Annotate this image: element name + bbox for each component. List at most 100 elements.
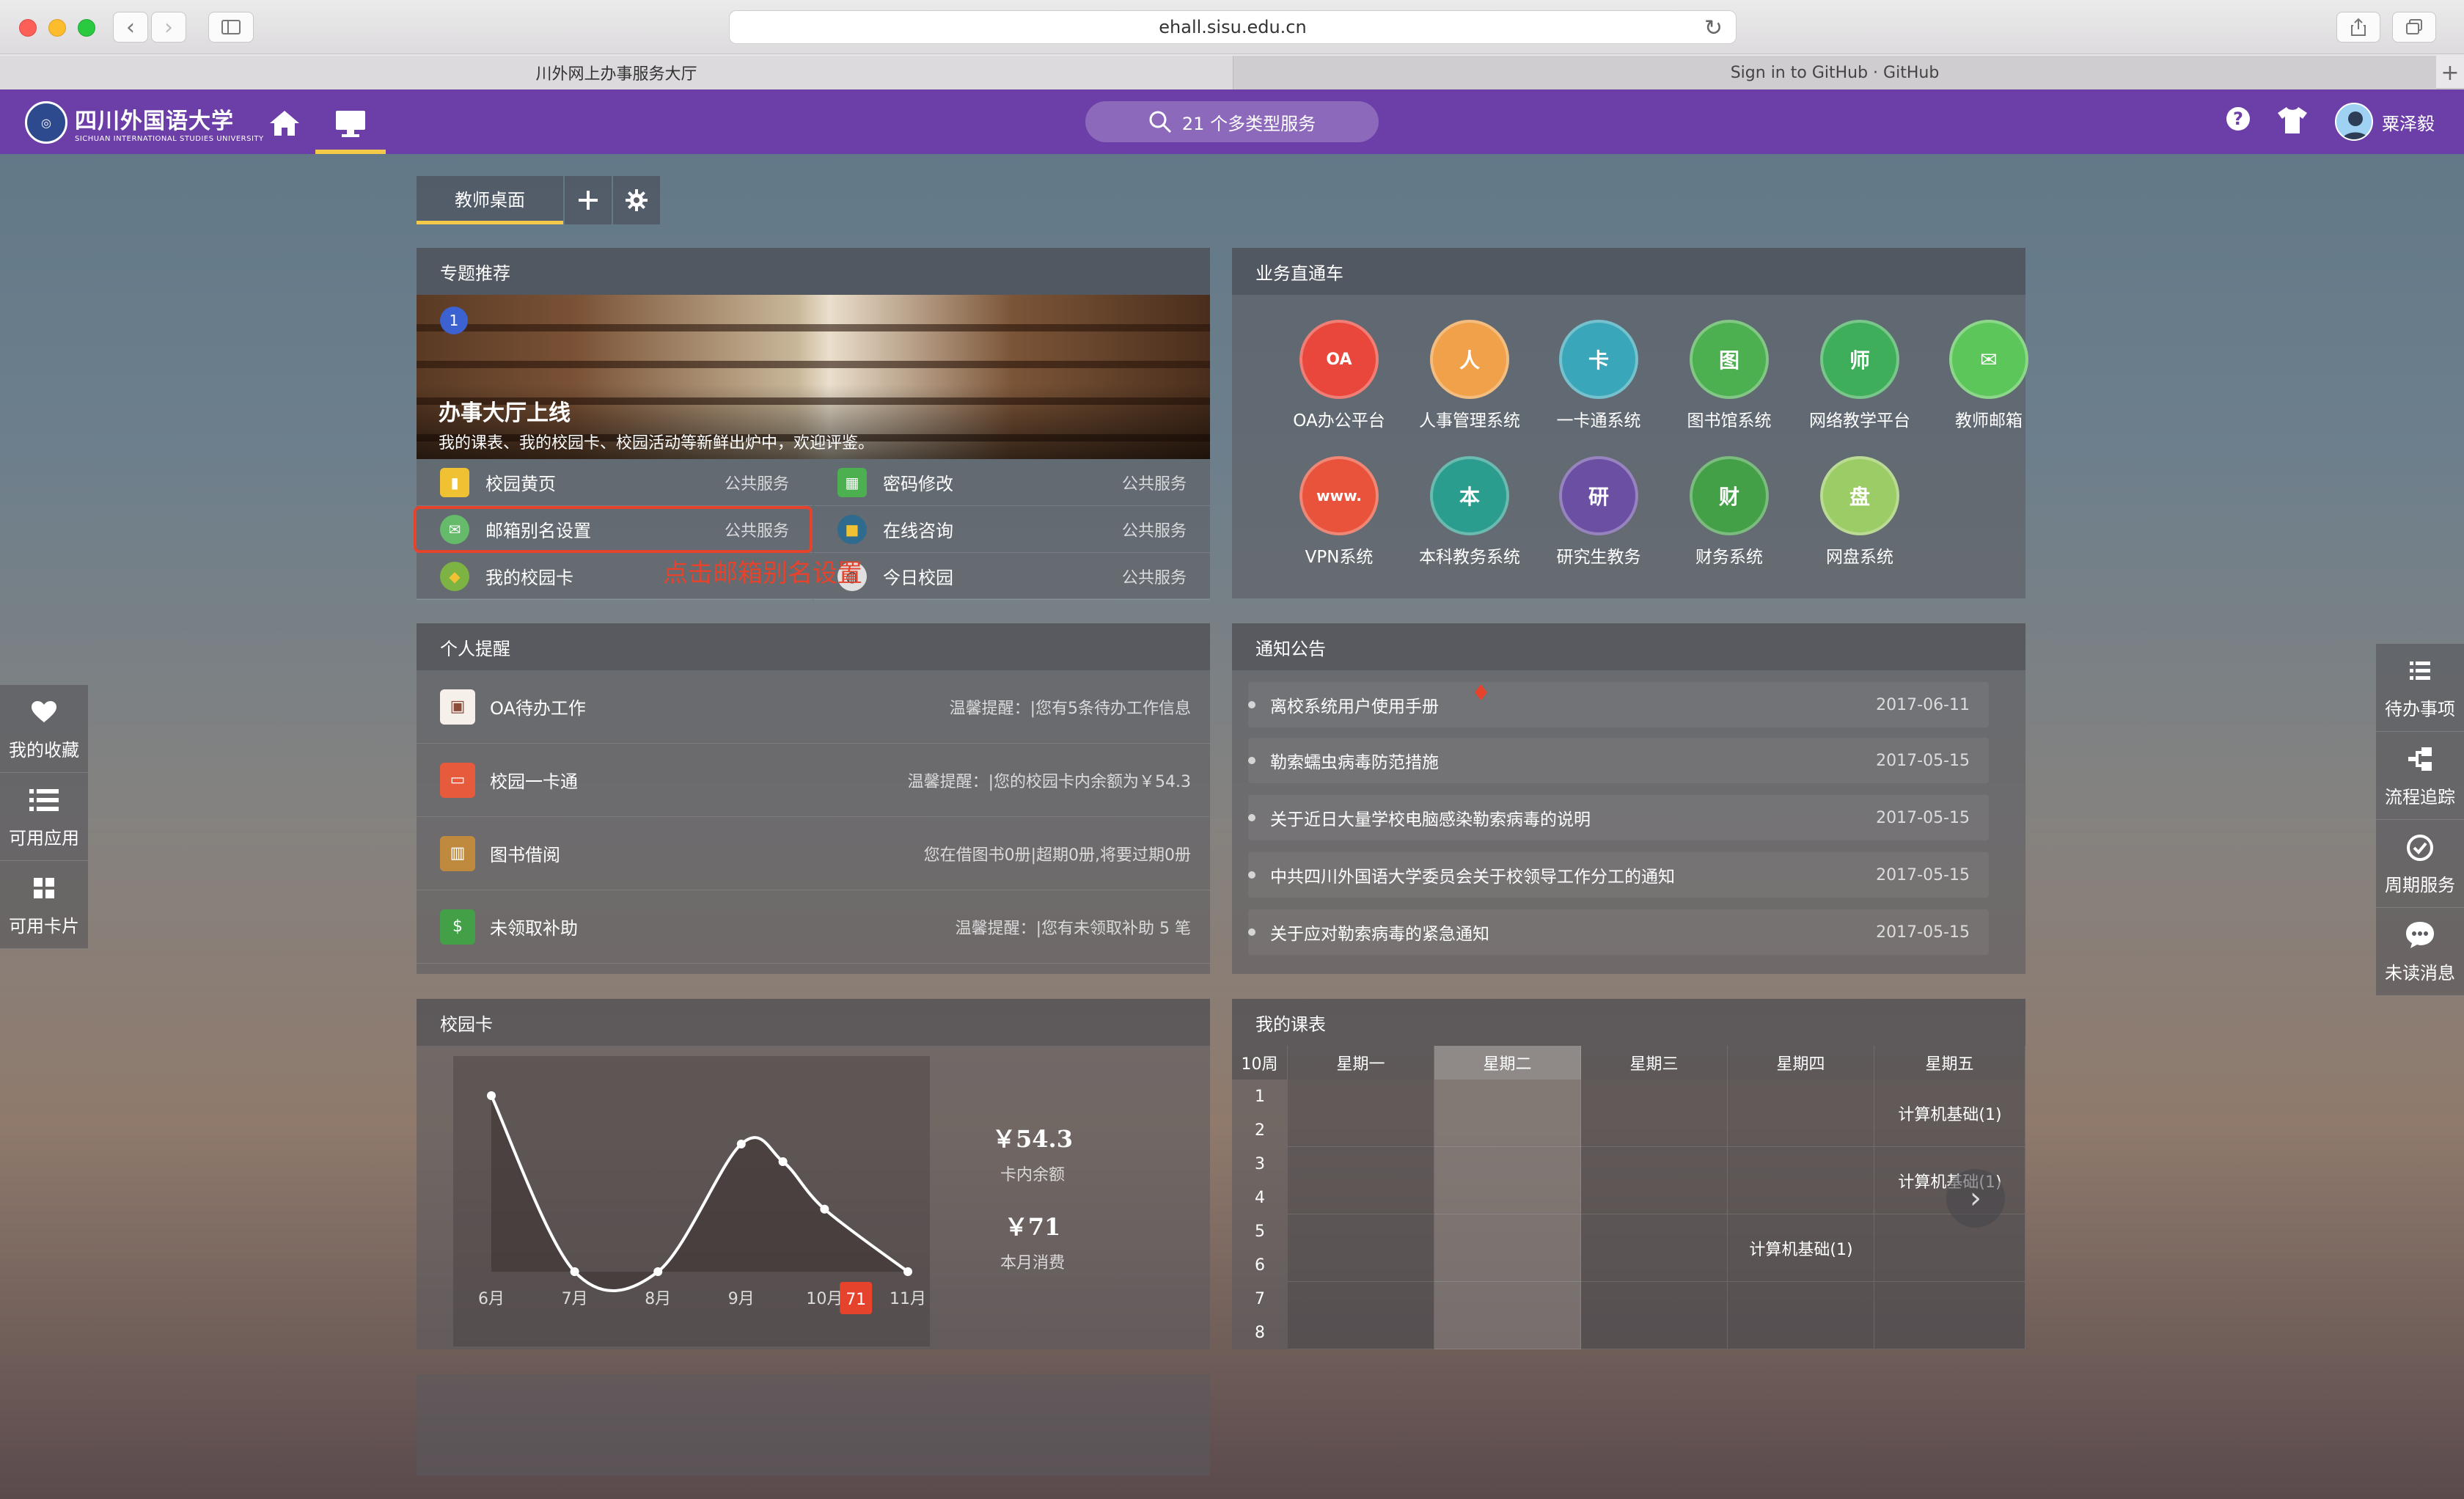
skin-button[interactable]: [2276, 106, 2309, 135]
timetable-cell[interactable]: [1581, 1282, 1728, 1349]
notice-item[interactable]: 勒索蠕虫病毒防范措施 2017-05-15: [1248, 738, 1989, 783]
sidebar-item-apps[interactable]: 可用应用: [0, 773, 88, 861]
timetable-cell[interactable]: [1288, 1282, 1434, 1349]
chevron-left-icon: ‹: [126, 14, 135, 40]
mail-alias-highlight: [414, 506, 813, 553]
timetable-cell[interactable]: [1288, 1080, 1434, 1147]
sidebar-item-cards[interactable]: 可用卡片: [0, 861, 88, 949]
app-finance[interactable]: 财 财务系统: [1665, 456, 1794, 568]
help-button[interactable]: ?: [2225, 106, 2251, 132]
timetable-cell[interactable]: [1581, 1214, 1728, 1282]
data-point: [778, 1157, 788, 1166]
app-cloud-disk[interactable]: 盘 网盘系统: [1795, 456, 1924, 568]
app-undergrad-affairs[interactable]: 本 本科教务系统: [1405, 456, 1534, 568]
share-button[interactable]: [2336, 12, 2380, 43]
reminder-subsidy[interactable]: $ 未领取补助 温馨提醒：|您有未领取补助 5 笔: [417, 890, 1210, 964]
monthly-label: 本月消费: [1000, 1254, 1065, 1272]
notice-item[interactable]: 关于近日大量学校电脑感染勒索病毒的说明 2017-05-15: [1248, 795, 1989, 840]
reload-icon[interactable]: ↻: [1704, 15, 1723, 41]
flow-icon: [2407, 743, 2433, 775]
cloud-disk-icon: 盘: [1820, 456, 1899, 535]
search-icon: [1149, 111, 1171, 133]
banner-index-badge[interactable]: 1: [440, 307, 468, 334]
timetable-cell[interactable]: [1728, 1147, 1874, 1214]
course-block[interactable]: 计算机基础(1): [1874, 1080, 2025, 1147]
campus-card-icon: ◆: [440, 561, 469, 591]
minimize-window-button[interactable]: [48, 19, 66, 37]
notice-item[interactable]: 中共四川外国语大学委员会关于校领导工作分工的通知 2017-05-15: [1248, 852, 1989, 898]
app-oa[interactable]: OA OA办公平台: [1275, 320, 1404, 431]
sidebar-item-favorites[interactable]: 我的收藏: [0, 685, 88, 773]
vpn-icon: www.: [1299, 456, 1379, 535]
app-vpn[interactable]: www. VPN系统: [1275, 456, 1404, 568]
timetable-cell[interactable]: [1434, 1282, 1581, 1349]
share-icon: [2351, 18, 2366, 36]
period-number: 8: [1255, 1323, 1265, 1342]
timetable-cell[interactable]: [1434, 1080, 1581, 1147]
app-teacher-mail[interactable]: ✉ 教师邮箱: [1924, 320, 2053, 431]
user-menu[interactable]: 粟泽毅: [2335, 103, 2435, 141]
home-nav-button[interactable]: [264, 103, 305, 144]
active-nav-indicator: [315, 150, 386, 154]
graduate-affairs-icon: 研: [1559, 456, 1638, 535]
zoom-window-button[interactable]: [78, 19, 95, 37]
timetable-cell[interactable]: [1874, 1214, 2025, 1282]
desktop-settings-button[interactable]: [613, 176, 660, 224]
x-tick-label: 6月: [478, 1290, 505, 1308]
tabs-overview-button[interactable]: [2392, 12, 2436, 43]
timetable-cell[interactable]: [1874, 1282, 2025, 1349]
bullet-icon: [1248, 814, 1255, 821]
timetable-cell[interactable]: [1288, 1214, 1434, 1282]
day-header-today: 星期二: [1434, 1046, 1581, 1080]
timetable-cell[interactable]: [1728, 1282, 1874, 1349]
reminders-panel: 个人提醒 ▣ OA待办工作 温馨提醒：|您有5条待办工作信息 ▭ 校园一卡通 温…: [417, 623, 1210, 974]
app-graduate-affairs[interactable]: 研 研究生教务: [1534, 456, 1663, 568]
timetable-cell[interactable]: [1581, 1080, 1728, 1147]
notice-item[interactable]: 离校系统用户使用手册 2017-06-11: [1248, 682, 1989, 727]
reminder-oa-todo[interactable]: ▣ OA待办工作 温馨提醒：|您有5条待办工作信息: [417, 670, 1210, 744]
service-password-change[interactable]: ▦ 密码修改 公共服务: [814, 459, 1210, 506]
desktop-nav-button[interactable]: [330, 103, 371, 144]
course-block[interactable]: 计算机基础(1): [1728, 1214, 1874, 1282]
sidebar-item-messages[interactable]: 未读消息: [2376, 908, 2464, 996]
service-online-consult[interactable]: ■ 在线咨询 公共服务: [814, 506, 1210, 553]
timetable-cell[interactable]: [1434, 1147, 1581, 1214]
app-header: ◎ 四川外国语大学 SICHUAN INTERNATIONAL STUDIES …: [0, 89, 2464, 154]
app-teaching-platform[interactable]: 师 网络教学平台: [1795, 320, 1924, 431]
app-card-system[interactable]: 卡 一卡通系统: [1534, 320, 1663, 431]
service-yellow-pages[interactable]: ▮ 校园黄页 公共服务: [417, 459, 813, 506]
browser-tab-github[interactable]: Sign in to GitHub · GitHub: [1233, 56, 2436, 89]
sidebar-item-cycle[interactable]: 周期服务: [2376, 820, 2464, 908]
notice-item[interactable]: 关于应对勒索病毒的紧急通知 2017-05-15: [1248, 909, 1989, 955]
timetable-cell[interactable]: [1288, 1147, 1434, 1214]
add-desktop-button[interactable]: [565, 176, 612, 224]
service-today-campus[interactable]: ◍ 今日校园 公共服务: [814, 553, 1210, 600]
logo-name-cn: 四川外国语大学: [75, 108, 234, 134]
timetable-cell[interactable]: [1581, 1147, 1728, 1214]
tab-teacher-desktop[interactable]: 教师桌面: [417, 176, 563, 224]
timetable-cell[interactable]: [1434, 1214, 1581, 1282]
sidebar-toggle-button[interactable]: [208, 12, 254, 43]
address-bar[interactable]: ehall.sisu.edu.cn ↻: [729, 10, 1737, 44]
university-logo[interactable]: ◎ 四川外国语大学 SICHUAN INTERNATIONAL STUDIES …: [25, 101, 264, 144]
sidebar-item-flow[interactable]: 流程追踪: [2376, 732, 2464, 820]
close-window-button[interactable]: [19, 19, 37, 37]
back-button[interactable]: ‹: [113, 12, 148, 43]
help-icon: ?: [2226, 107, 2250, 131]
sidebar-item-todo[interactable]: 待办事项: [2376, 644, 2464, 732]
timetable-cell[interactable]: [1728, 1080, 1874, 1147]
data-point: [903, 1267, 912, 1276]
timetable-next-button[interactable]: ›: [1946, 1169, 2005, 1228]
topic-banner[interactable]: 1 办事大厅上线 我的课表、我的校园卡、校园活动等新鲜出炉中，欢迎评鉴。: [417, 295, 1210, 459]
service-search[interactable]: 21 个多类型服务: [1085, 101, 1379, 142]
app-hr[interactable]: 人 人事管理系统: [1405, 320, 1534, 431]
reminder-campus-card[interactable]: ▭ 校园一卡通 温馨提醒：|您的校园卡内余额为￥54.3: [417, 744, 1210, 817]
notices-title: 通知公告: [1232, 623, 2025, 670]
reminder-library[interactable]: ▥ 图书借阅 您在借图书0册|超期0册,将要过期0册: [417, 817, 1210, 890]
yellow-pages-icon: ▮: [440, 467, 469, 497]
chat-icon: ■: [837, 514, 867, 544]
forward-button[interactable]: ›: [151, 12, 186, 43]
browser-tab-ehall[interactable]: 川外网上办事服务大厅: [0, 56, 1233, 89]
app-library[interactable]: 图 图书馆系统: [1665, 320, 1794, 431]
new-tab-button[interactable]: +: [2436, 56, 2464, 89]
